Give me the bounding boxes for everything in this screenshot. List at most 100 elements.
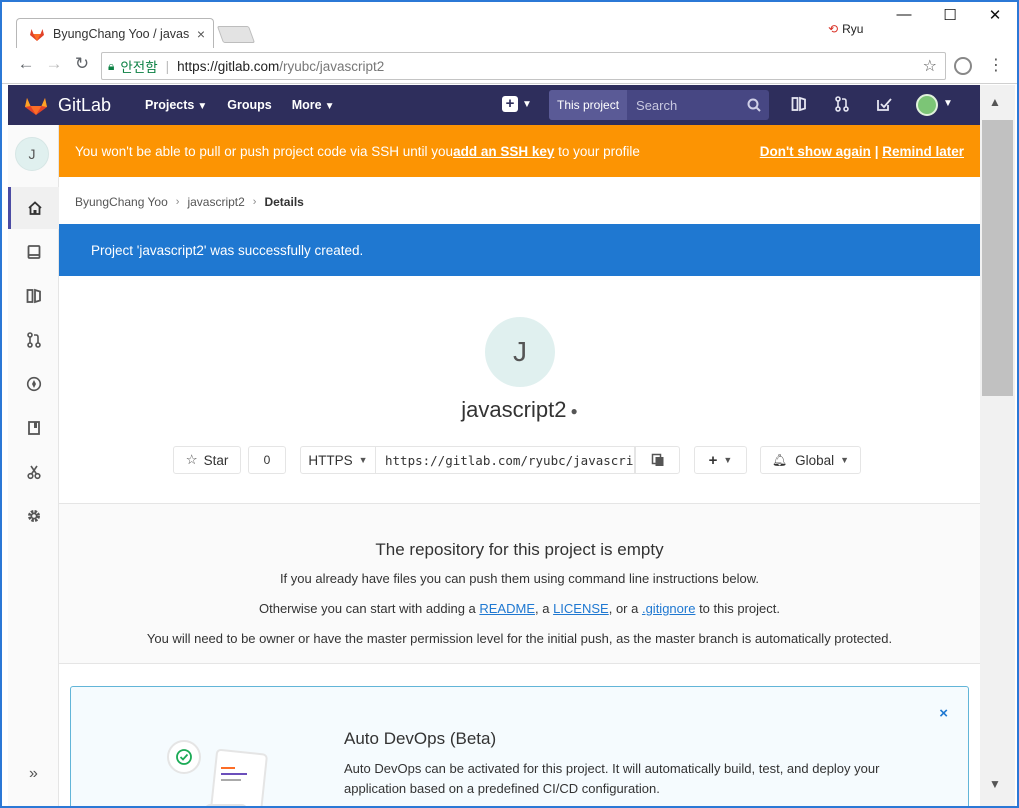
plus-icon: +	[502, 96, 518, 112]
project-name: javascript2	[461, 397, 567, 422]
devops-title: Auto DevOps (Beta)	[344, 729, 497, 748]
line2-text-c: , or a	[608, 601, 642, 616]
extension-icon[interactable]	[954, 57, 972, 75]
add-new-dropdown[interactable]: + ▼	[694, 446, 747, 474]
close-icon[interactable]: ×	[939, 705, 948, 722]
address-bar[interactable]: 🔒︎ 안전함 | https://gitlab.com/ryubc/javasc…	[101, 52, 946, 80]
sidebar-item-ci-cd[interactable]	[8, 363, 59, 405]
sidebar-item-wiki[interactable]	[8, 407, 59, 449]
scroll-thumb[interactable]	[982, 120, 1013, 396]
issues-board-icon	[26, 288, 41, 304]
merge-request-icon	[26, 332, 41, 348]
alert-actions: Don't show again | Remind later	[760, 144, 964, 159]
merge-request-icon[interactable]	[834, 96, 850, 116]
chevron-down-icon: ▼	[522, 98, 532, 110]
user-avatar[interactable]	[916, 94, 938, 116]
back-icon[interactable]: ←	[14, 54, 38, 74]
bookmark-star-icon[interactable]: ☆	[923, 56, 937, 76]
gitlab-logo[interactable]: GitLab	[24, 94, 111, 116]
page-scrollbar[interactable]: ▲ ▼	[980, 85, 1015, 806]
search-scope[interactable]: This project	[549, 90, 628, 120]
gitlab-favicon-icon	[30, 28, 44, 41]
sync-icon: ⟲	[828, 22, 839, 36]
board-icon[interactable]	[791, 96, 807, 116]
nav-groups-label: Groups	[227, 98, 272, 112]
clone-url-input[interactable]: https://gitlab.com/ryubc/javascript2.git	[376, 446, 635, 474]
close-window-button[interactable]: ✕	[980, 6, 1010, 24]
new-dropdown[interactable]: + ▼	[502, 96, 532, 112]
bell-icon: 🔔︎	[771, 453, 788, 467]
remind-later-link[interactable]: Remind later	[882, 144, 964, 159]
add-ssh-key-link[interactable]: add an SSH key	[453, 144, 554, 159]
search-input[interactable]: Search	[636, 98, 747, 113]
browser-window: ByungChang Yoo / javas × ⟲ Ryu — ☐ ✕ ← →…	[0, 0, 1019, 808]
top-nav: Projects ▼ Groups More ▼	[145, 98, 334, 112]
line2-text-d: to this project.	[695, 601, 780, 616]
scroll-up-icon[interactable]: ▲	[989, 95, 1001, 109]
collapse-sidebar-icon[interactable]: »	[8, 765, 59, 783]
gitlab-tanuki-icon	[25, 98, 47, 115]
alert-text-after: to your profile	[558, 143, 640, 159]
chevron-right-icon: ›	[175, 196, 180, 208]
reload-icon[interactable]: ↻	[70, 54, 94, 74]
forward-icon[interactable]: →	[42, 54, 66, 74]
plus-icon: +	[708, 451, 718, 469]
license-link[interactable]: LICENSE	[553, 601, 609, 616]
search-icon	[747, 98, 761, 112]
scroll-down-icon[interactable]: ▼	[989, 777, 1001, 791]
sidebar-item-repository[interactable]	[8, 231, 59, 273]
gitlab-header: GitLab Projects ▼ Groups More ▼ + ▼ This p…	[8, 85, 980, 125]
sidebar-project-avatar[interactable]: J	[15, 137, 49, 171]
search-box[interactable]: This project Search	[549, 90, 769, 120]
nav-more-label: More	[291, 98, 322, 112]
protocol-label: HTTPS	[308, 452, 353, 468]
nav-more[interactable]: More ▼	[292, 98, 335, 112]
chevron-down-icon: ▼	[324, 101, 335, 112]
gitignore-link[interactable]: .gitignore	[642, 601, 695, 616]
copy-url-button[interactable]	[635, 446, 680, 474]
project-sidebar: J »	[8, 125, 59, 806]
clone-protocol-dropdown[interactable]: HTTPS ▼	[300, 446, 376, 474]
star-icon: ☆	[185, 452, 198, 467]
sidebar-item-settings[interactable]	[8, 495, 59, 537]
line2-text-a: Otherwise you can start with adding a	[258, 601, 480, 616]
notification-dropdown[interactable]: 🔔︎ Global ▼	[760, 446, 861, 474]
star-button[interactable]: ☆ Star	[173, 446, 241, 474]
new-tab-button[interactable]	[216, 26, 256, 43]
sidebar-item-merge-requests[interactable]	[8, 319, 59, 361]
notification-label: Global	[795, 452, 835, 468]
chevron-down-icon[interactable]: ▼	[943, 98, 953, 109]
sidebar-item-project[interactable]	[8, 187, 59, 229]
breadcrumb-user[interactable]: ByungChang Yoo	[75, 195, 168, 209]
breadcrumb-current[interactable]: Details	[264, 195, 303, 209]
browser-menu-icon[interactable]: ⋮	[988, 55, 1004, 75]
todo-check-icon[interactable]	[876, 96, 892, 116]
sidebar-item-issues[interactable]	[8, 275, 59, 317]
nav-projects[interactable]: Projects ▼	[145, 98, 207, 112]
url-host: https://gitlab.com	[177, 58, 280, 74]
chevron-right-icon: ›	[252, 196, 257, 208]
profile-name: Ryu	[842, 22, 864, 36]
empty-repo-line2: Otherwise you can start with adding a RE…	[59, 601, 980, 616]
book-icon	[27, 421, 40, 435]
readme-link[interactable]: README	[479, 601, 535, 616]
empty-repo-line1: If you already have files you can push t…	[279, 571, 760, 586]
minimize-button[interactable]: —	[889, 6, 919, 23]
nav-groups[interactable]: Groups	[227, 98, 271, 112]
star-count[interactable]: 0	[248, 446, 286, 474]
maximize-button[interactable]: ☐	[935, 6, 965, 24]
star-label: Star	[203, 452, 229, 468]
breadcrumb-project[interactable]: javascript2	[187, 195, 244, 209]
alert-text-before: You won't be able to pull or push projec…	[75, 143, 454, 159]
sidebar-item-snippets[interactable]	[8, 451, 59, 493]
address-separator: |	[165, 58, 170, 74]
profile-badge[interactable]: ⟲ Ryu	[828, 22, 863, 36]
chevron-down-icon: ▼	[197, 101, 208, 112]
tab-close-icon[interactable]: ×	[197, 26, 205, 42]
devops-illustration-icon	[167, 740, 268, 806]
chevron-down-icon: ▼	[840, 455, 850, 465]
browser-tab[interactable]: ByungChang Yoo / javas ×	[16, 18, 214, 48]
dont-show-again-link[interactable]: Don't show again	[760, 144, 871, 159]
flash-message: Project 'javascript2' was successfully c…	[91, 242, 364, 258]
gitlab-brand: GitLab	[58, 94, 112, 115]
